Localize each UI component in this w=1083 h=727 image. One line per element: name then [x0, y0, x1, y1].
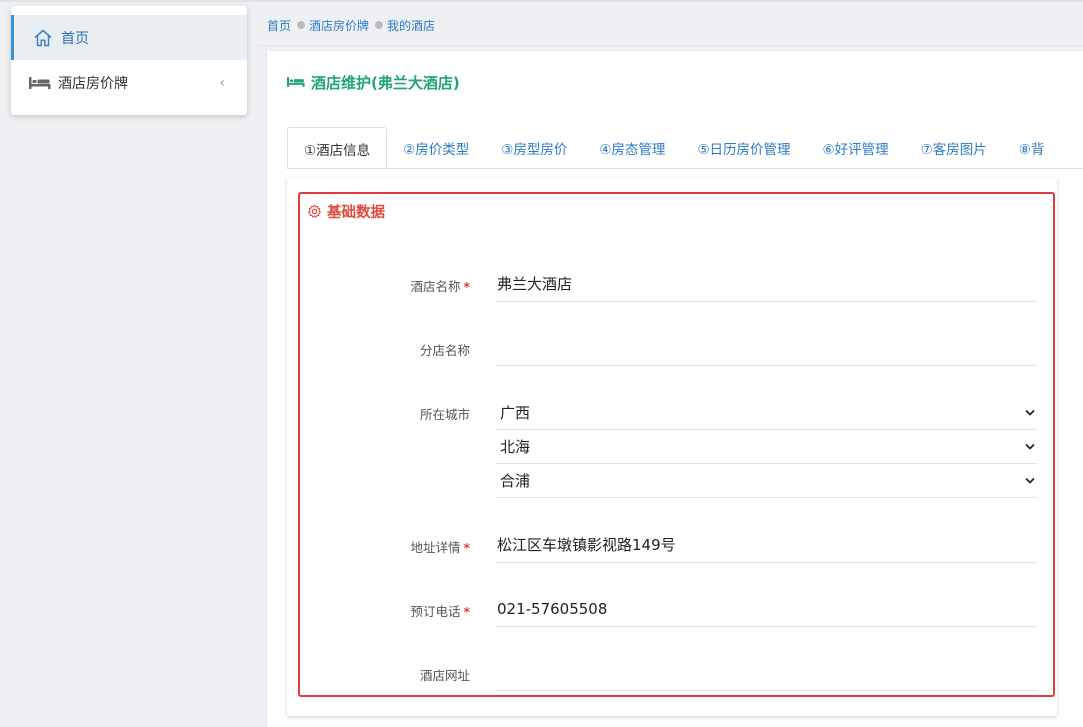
tab-room-status[interactable]: ④房态管理	[583, 127, 681, 168]
basic-data-card: 基础数据 酒店名称 * 弗兰大酒店 分店名称 所在城市 广西 北海 合浦 地址详…	[287, 178, 1057, 716]
city-select[interactable]: 北海	[496, 430, 1037, 464]
required-mark: *	[463, 279, 470, 294]
tab-price-type[interactable]: ②房价类型	[387, 127, 485, 168]
city-value: 北海	[500, 438, 531, 456]
main-panel: 酒店维护(弗兰大酒店) ①酒店信息 ②房价类型 ③房型房价 ④房态管理 ⑤日历房…	[267, 51, 1083, 727]
breadcrumb-divider	[258, 45, 1083, 46]
page-title: 酒店维护(弗兰大酒店)	[287, 71, 460, 93]
tab-calendar-price[interactable]: ⑤日历房价管理	[681, 127, 806, 168]
chevron-down-icon	[1025, 409, 1035, 416]
breadcrumb-dot	[375, 21, 384, 29]
required-mark: *	[463, 540, 470, 555]
top-divider	[0, 0, 1083, 2]
sidebar-item-hotel-price[interactable]: 酒店房价牌 ‹	[11, 60, 247, 105]
breadcrumb-hotel-price[interactable]: 酒店房价牌	[309, 17, 369, 34]
branch-name-label: 分店名称	[419, 343, 470, 358]
chevron-down-icon	[1025, 477, 1035, 484]
breadcrumb: 首页 酒店房价牌 我的酒店	[267, 15, 435, 35]
gear-icon	[307, 204, 322, 219]
breadcrumb-home[interactable]: 首页	[267, 17, 291, 34]
phone-label-text: 预订电话	[410, 604, 461, 619]
district-value: 合浦	[500, 472, 531, 490]
bed-icon	[287, 76, 305, 88]
website-field[interactable]	[496, 655, 1037, 691]
chevron-left-icon[interactable]: ‹	[219, 75, 225, 91]
district-select[interactable]: 合浦	[496, 464, 1037, 498]
hotel-name-label-text: 酒店名称	[410, 279, 461, 294]
city-label: 所在城市	[419, 407, 470, 422]
hotel-name-field[interactable]: 弗兰大酒店	[496, 266, 1037, 302]
tab-room-images[interactable]: ⑦客房图片	[905, 127, 1003, 168]
website-label: 酒店网址	[419, 668, 470, 683]
breadcrumb-dot	[297, 21, 306, 29]
tab-hotel-info[interactable]: ①酒店信息	[287, 127, 388, 168]
province-value: 广西	[500, 404, 531, 422]
breadcrumb-my-hotel[interactable]: 我的酒店	[387, 17, 435, 34]
sidebar: 首页 酒店房价牌 ‹	[11, 6, 247, 115]
tab-more[interactable]: ⑧背	[1003, 127, 1061, 168]
address-label-text: 地址详情	[410, 540, 461, 555]
phone-field[interactable]: 021-57605508	[496, 591, 1037, 627]
section-title-text: 基础数据	[327, 205, 385, 221]
chevron-down-icon	[1025, 443, 1035, 450]
sidebar-item-home[interactable]: 首页	[11, 15, 247, 60]
address-field[interactable]: 松江区车墩镇影视路149号	[496, 527, 1037, 563]
tab-room-type-price[interactable]: ③房型房价	[485, 127, 583, 168]
required-mark: *	[463, 604, 470, 619]
home-icon	[30, 27, 56, 49]
tab-review-management[interactable]: ⑥好评管理	[807, 127, 905, 168]
branch-name-field[interactable]	[496, 330, 1037, 366]
sidebar-item-label: 酒店房价牌	[58, 75, 128, 92]
phone-label: 预订电话 *	[410, 601, 470, 620]
address-label: 地址详情 *	[410, 537, 470, 556]
hotel-name-label: 酒店名称 *	[410, 276, 470, 295]
bed-icon	[27, 72, 53, 94]
section-title: 基础数据	[307, 201, 385, 222]
tab-bar: ①酒店信息 ②房价类型 ③房型房价 ④房态管理 ⑤日历房价管理 ⑥好评管理 ⑦客…	[287, 127, 1083, 169]
sidebar-item-label: 首页	[61, 30, 89, 47]
province-select[interactable]: 广西	[496, 396, 1037, 430]
page-title-text: 酒店维护(弗兰大酒店)	[311, 73, 460, 92]
